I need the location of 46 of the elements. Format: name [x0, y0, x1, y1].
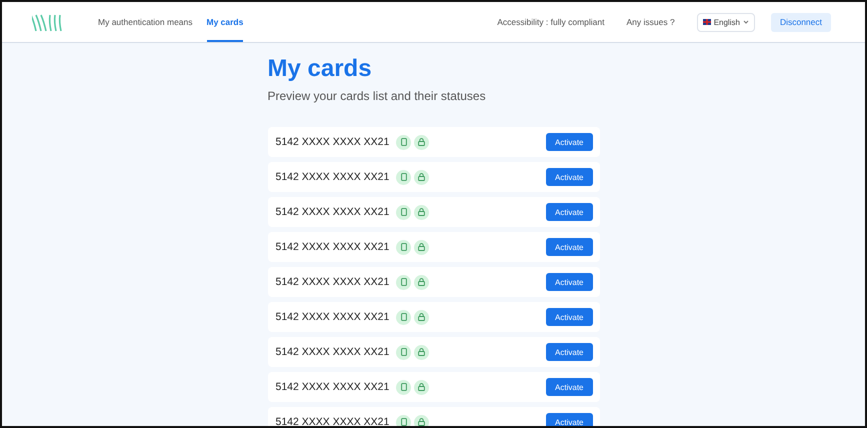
lock-icon [414, 240, 430, 254]
activate-button[interactable]: Activate [546, 343, 592, 361]
lock-icon [414, 170, 430, 184]
phone-icon [396, 414, 412, 426]
lock-icon [414, 344, 430, 360]
phone-icon [396, 310, 412, 324]
activate-button[interactable]: Activate [546, 238, 592, 256]
lock-icon [414, 414, 430, 426]
lock-icon [414, 134, 430, 150]
caret-icon [742, 20, 749, 24]
phone-icon [396, 380, 412, 394]
phone-icon [396, 240, 412, 254]
activate-button[interactable]: Activate [546, 133, 592, 151]
header-link[interactable]: Any issues ? [626, 2, 675, 42]
lock-icon [414, 310, 430, 324]
card-number: 5142 XXXX XXXX XX21 [276, 136, 390, 148]
activate-button[interactable]: Activate [546, 413, 592, 426]
phone-icon [396, 344, 412, 360]
card-number: 5142 XXXX XXXX XX21 [276, 206, 390, 218]
nav-tab[interactable]: My cards [206, 2, 244, 42]
nav-tab[interactable]: My authentication means [98, 2, 192, 42]
card-number: 5142 XXXX XXXX XX21 [276, 311, 390, 323]
activate-button[interactable]: Activate [546, 273, 592, 291]
phone-icon [396, 134, 412, 150]
lock-icon [414, 274, 430, 290]
activate-button[interactable]: Activate [546, 378, 592, 396]
disconnect-button[interactable]: Disconnect [770, 12, 831, 32]
language-select[interactable]: English [696, 12, 755, 32]
lock-icon [414, 380, 430, 394]
activate-button[interactable]: Activate [546, 168, 592, 186]
phone-icon [396, 274, 412, 290]
card-number: 5142 XXXX XXXX XX21 [276, 276, 390, 288]
page-title: My cards [268, 55, 373, 83]
phone-icon [396, 170, 412, 184]
card-number: 5142 XXXX XXXX XX21 [276, 241, 390, 253]
phone-icon [396, 204, 412, 220]
card-number: 5142 XXXX XXXX XX21 [276, 171, 390, 183]
flag-icon [702, 19, 711, 25]
activate-button[interactable]: Activate [546, 308, 592, 326]
lock-icon [414, 204, 430, 220]
page-subtitle: Preview your cards list and their statuses [268, 89, 487, 103]
card-number: 5142 XXXX XXXX XX21 [276, 346, 390, 358]
card-number: 5142 XXXX XXXX XX21 [276, 416, 390, 426]
card-number: 5142 XXXX XXXX XX21 [276, 381, 390, 393]
header-link[interactable]: Accessibility : fully compliant [497, 2, 604, 42]
activate-button[interactable]: Activate [546, 203, 592, 221]
